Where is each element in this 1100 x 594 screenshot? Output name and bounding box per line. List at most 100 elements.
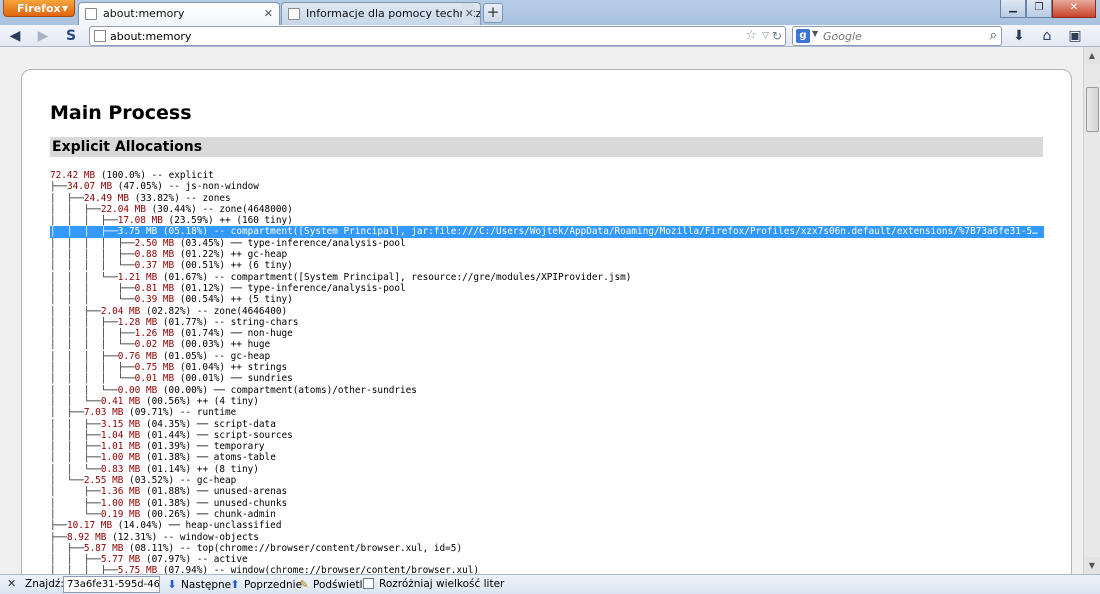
memory-amount: 1.26 MB: [134, 328, 175, 340]
tree-row[interactable]: │ │ ├──2.04 MB (02.82%) -- zone(4646400): [50, 306, 1044, 317]
memory-percent: (00.51%): [179, 260, 225, 272]
find-next-button[interactable]: ⬇ Następne: [166, 577, 231, 592]
row-separator: --: [213, 350, 226, 362]
tree-row[interactable]: │ │ └──0.41 MB (00.56%) ++ (4 tiny): [50, 396, 1044, 407]
restore-icon[interactable]: ❐: [1026, 0, 1052, 18]
tree-row[interactable]: 72.42 MB (100.0%) -- explicit: [50, 170, 1044, 181]
tree-connector: │ │ ├──: [50, 305, 101, 317]
match-case-checkbox[interactable]: Rozróżniaj wielkość liter: [363, 577, 504, 592]
sync-icon[interactable]: S: [62, 27, 80, 45]
tree-row[interactable]: │ │ ├──5.77 MB (07.97%) -- active: [50, 554, 1044, 565]
tree-row[interactable]: │ │ │ ├──0.81 MB (01.12%) ── type-infere…: [50, 283, 1044, 294]
close-tab-icon[interactable]: ✕: [264, 3, 273, 24]
tree-row[interactable]: │ │ │ ├──17.08 MB (23.59%) ++ (160 tiny): [50, 215, 1044, 226]
memory-amount: 0.41 MB: [100, 395, 141, 407]
back-arrow-icon[interactable]: ◀: [6, 27, 24, 45]
tree-row[interactable]: │ └──0.19 MB (00.26%) ── chunk-admin: [50, 509, 1044, 520]
tree-row[interactable]: │ │ │ │ ├──2.50 MB (03.45%) ── type-infe…: [50, 238, 1044, 249]
vertical-scrollbar[interactable]: ▲ ▼: [1083, 47, 1100, 574]
tree-row[interactable]: │ ├──24.49 MB (33.82%) -- zones: [50, 193, 1044, 204]
tree-row[interactable]: │ ├──1.36 MB (01.88%) ── unused-arenas: [50, 486, 1044, 497]
tree-connector: │ │ │ │ ├──: [50, 249, 135, 261]
history-dropdown-icon[interactable]: ▽: [762, 27, 769, 45]
row-separator: ++: [219, 215, 231, 227]
memory-path: gc-heap: [247, 249, 288, 261]
scroll-up-icon[interactable]: ▲: [1084, 47, 1100, 64]
url-input[interactable]: [110, 28, 730, 44]
memory-amount: 22.04 MB: [100, 203, 146, 215]
tree-row[interactable]: │ │ │ ├──3.75 MB (05.18%) -- compartment…: [50, 226, 1044, 238]
menu-icon[interactable]: ▣: [1066, 27, 1084, 45]
site-identity-icon[interactable]: [94, 30, 106, 42]
find-previous-button[interactable]: ⬆ Poprzednie: [229, 577, 302, 592]
scroll-down-icon[interactable]: ▼: [1084, 557, 1100, 574]
tree-row[interactable]: │ │ │ │ └──0.01 MB (00.01%) ── sundries: [50, 373, 1044, 384]
find-bar: ✕ Znajdź: ⬇ Następne ⬆ Poprzednie ✎ Podświe…: [0, 574, 1100, 594]
find-previous-label: Poprzednie: [244, 579, 303, 591]
tree-row[interactable]: ├──8.92 MB (12.31%) -- window-objects: [50, 532, 1044, 543]
tree-row[interactable]: │ └──2.55 MB (03.52%) -- gc-heap: [50, 475, 1044, 486]
close-tab-icon[interactable]: ✕: [461, 3, 474, 24]
tree-row[interactable]: │ ├──1.00 MB (01.38%) ── unused-chunks: [50, 498, 1044, 509]
tree-row[interactable]: │ │ ├──1.01 MB (01.39%) ── temporary: [50, 441, 1044, 452]
memory-amount: 5.87 MB: [83, 542, 124, 554]
tree-row[interactable]: │ │ │ ├──1.28 MB (01.77%) -- string-char…: [50, 317, 1044, 328]
reload-icon[interactable]: ↻: [772, 27, 782, 45]
firefox-menu-button[interactable]: Firefox ▼: [3, 0, 75, 17]
tree-row[interactable]: │ │ │ │ ├──1.26 MB (01.74%) ── non-huge: [50, 328, 1044, 339]
tree-row[interactable]: │ │ ├──1.00 MB (01.38%) ── atoms-table: [50, 452, 1044, 463]
tree-row[interactable]: ├──10.17 MB (14.04%) ── heap-unclassifie…: [50, 520, 1044, 531]
highlighter-icon: ✎: [299, 578, 309, 591]
address-bar[interactable]: ☆ ▽ ↻: [89, 26, 786, 46]
tree-row[interactable]: │ │ └──0.83 MB (01.14%) ++ (8 tiny): [50, 464, 1044, 475]
bookmark-star-icon[interactable]: ☆: [745, 27, 757, 45]
close-icon[interactable]: ✕: [7, 577, 16, 590]
tree-row[interactable]: │ │ ├──22.04 MB (30.44%) -- zone(4648000…: [50, 204, 1044, 215]
download-icon[interactable]: ⬇: [1010, 27, 1028, 45]
tree-row[interactable]: │ │ │ │ └──0.37 MB (00.51%) ++ (6 tiny): [50, 260, 1044, 271]
memory-amount: 24.49 MB: [83, 192, 130, 204]
tree-connector: │ │ ├──: [50, 418, 101, 430]
memory-amount: 0.39 MB: [134, 294, 175, 306]
home-icon[interactable]: ⌂: [1038, 27, 1056, 45]
tree-row[interactable]: │ │ │ └──1.21 MB (01.67%) -- compartment…: [50, 272, 1044, 283]
memory-percent: (01.12%): [179, 282, 225, 294]
chevron-down-icon[interactable]: ▼: [812, 29, 818, 38]
tree-row[interactable]: │ ├──7.03 MB (09.71%) -- runtime: [50, 407, 1044, 418]
tree-row[interactable]: │ ├──5.87 MB (08.11%) -- top(chrome://br…: [50, 543, 1044, 554]
memory-percent: (00.01%): [179, 373, 225, 385]
memory-amount: 0.00 MB: [117, 384, 158, 396]
tree-row[interactable]: │ │ │ ├──0.76 MB (01.05%) -- gc-heap: [50, 351, 1044, 362]
checkbox-icon[interactable]: [363, 578, 374, 589]
tree-connector: │ │ ├──: [50, 441, 101, 453]
close-window-icon[interactable]: ✕: [1052, 0, 1096, 18]
search-input[interactable]: [823, 28, 973, 44]
tree-row[interactable]: │ │ │ │ ├──0.88 MB (01.22%) ++ gc-heap: [50, 249, 1044, 260]
find-input[interactable]: [63, 576, 160, 593]
tab-support-info[interactable]: Informacje dla pomocy technicznej ✕: [281, 2, 481, 25]
tree-row[interactable]: ├──34.07 MB (47.05%) -- js-non-window: [50, 181, 1044, 192]
tree-row[interactable]: │ │ │ └──0.00 MB (00.00%) ── compartment…: [50, 385, 1044, 396]
search-icon[interactable]: ⌕: [990, 27, 997, 45]
memory-amount: 0.81 MB: [134, 282, 175, 294]
highlight-button[interactable]: ✎ Podświetl: [298, 577, 362, 592]
search-bar[interactable]: g ▼ ⌕: [792, 26, 1002, 46]
tree-row[interactable]: │ │ ├──3.15 MB (04.35%) ── script-data: [50, 419, 1044, 430]
forward-arrow-icon[interactable]: ▶: [34, 27, 52, 45]
tab-about-memory[interactable]: about:memory ✕: [78, 2, 280, 26]
tree-row[interactable]: │ │ │ └──0.39 MB (00.54%) ++ (5 tiny): [50, 294, 1044, 305]
tree-row[interactable]: │ │ ├──1.04 MB (01.44%) ── script-source…: [50, 430, 1044, 441]
memory-path: compartment(atoms)/other-sundries: [230, 384, 417, 396]
row-separator: --: [179, 475, 192, 487]
tree-row[interactable]: │ │ │ │ ├──0.75 MB (01.04%) ++ strings: [50, 362, 1044, 373]
tree-connector: │ │ │ ├──: [50, 316, 118, 328]
search-engine-icon[interactable]: g: [796, 29, 810, 43]
new-tab-button[interactable]: +: [483, 3, 503, 23]
memory-path: window-objects: [179, 531, 259, 543]
memory-amount: 1.21 MB: [117, 271, 158, 283]
scrollbar-thumb[interactable]: [1086, 87, 1099, 132]
row-separator: ++: [196, 395, 209, 407]
memory-path: compartment([System Principal], jar:file…: [230, 226, 1038, 238]
minimize-icon[interactable]: ▁: [1000, 0, 1026, 18]
tree-row[interactable]: │ │ │ │ └──0.02 MB (00.03%) ++ huge: [50, 339, 1044, 350]
